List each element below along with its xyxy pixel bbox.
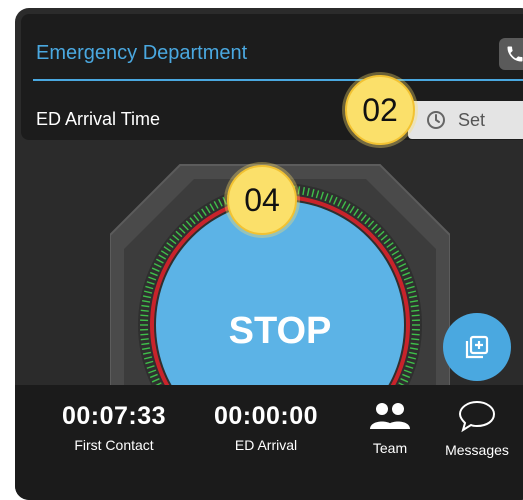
ed-arrival-label: ED Arrival — [191, 437, 341, 453]
app-screen: Emergency Department ED Arrival Time Set — [15, 8, 523, 500]
ed-arrival-timer: 00:00:00 ED Arrival — [191, 402, 341, 453]
first-contact-value: 00:07:33 — [39, 402, 189, 431]
phone-icon — [505, 44, 523, 64]
bottom-bar: 00:07:33 First Contact 00:00:00 ED Arriv… — [15, 385, 523, 500]
add-note-icon — [463, 333, 491, 361]
ed-arrival-value: 00:00:00 — [191, 402, 341, 431]
ed-arrival-time-label: ED Arrival Time — [36, 109, 160, 130]
team-button[interactable]: Team — [355, 401, 425, 456]
messages-label: Messages — [437, 442, 517, 458]
call-button[interactable] — [499, 38, 523, 70]
messages-icon — [457, 399, 497, 433]
set-arrival-time-button[interactable]: Set — [408, 101, 523, 139]
add-note-button[interactable] — [443, 313, 511, 381]
first-contact-timer: 00:07:33 First Contact — [39, 402, 189, 453]
clock-icon — [426, 110, 446, 130]
team-icon — [368, 401, 412, 431]
ed-section-title: Emergency Department — [36, 42, 247, 65]
step-badge-04: 04 — [227, 165, 297, 235]
ed-divider — [33, 79, 523, 81]
ed-section: Emergency Department ED Arrival Time Set — [21, 14, 523, 140]
first-contact-label: First Contact — [39, 437, 189, 453]
step-badge-02: 02 — [345, 75, 415, 145]
messages-button[interactable]: Messages — [437, 399, 517, 458]
set-label: Set — [458, 110, 485, 131]
team-label: Team — [355, 440, 425, 456]
